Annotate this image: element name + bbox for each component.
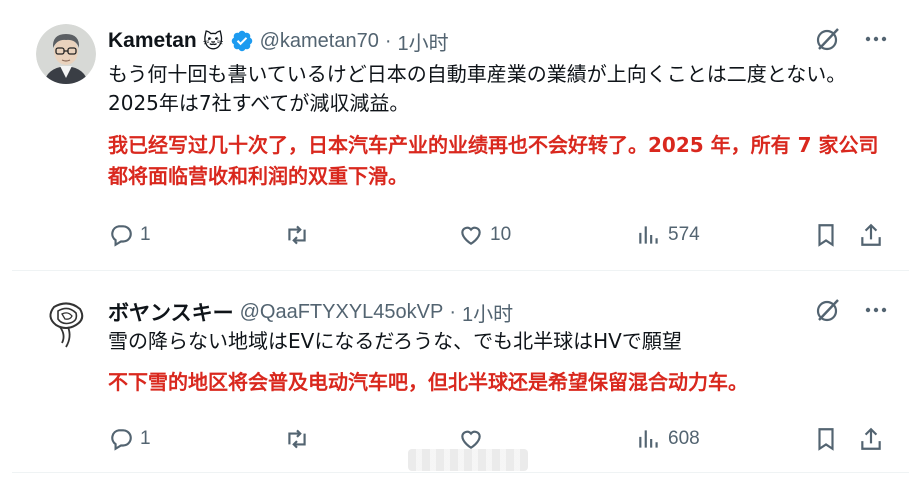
watermark-overlay [408, 449, 528, 471]
grok-icon[interactable] [815, 297, 841, 323]
bookmark-icon [818, 428, 834, 451]
tweet-time[interactable]: 1小时 [398, 27, 449, 56]
divider [12, 472, 909, 473]
share-button[interactable] [858, 426, 884, 452]
bookmark-icon [818, 224, 834, 247]
more-icon[interactable] [863, 297, 889, 323]
retweet-icon [288, 429, 306, 449]
translation-text: 不下雪的地区将会普及电动汽车吧，但北半球还是希望保留混合动力车。 [108, 370, 748, 394]
tweet-time[interactable]: 1小时 [462, 298, 513, 327]
reply-icon [111, 225, 132, 247]
separator-dot: · [384, 29, 392, 52]
views-icon [639, 226, 658, 244]
tweet-top-icons [815, 297, 889, 323]
bookmark-button[interactable] [813, 222, 839, 248]
tweet-text: 雪の降らない地域はEVになるだろうな、でも北半球はHVで願望 [108, 329, 682, 353]
share-icon [861, 427, 881, 450]
verified-badge-icon [230, 29, 254, 53]
translation-text: 我已经写过几十次了，日本汽车产业的业绩再也不会好转了。2025 年，所有 7 家… [108, 133, 879, 188]
views-button[interactable]: 608 [636, 426, 700, 452]
share-icon [861, 223, 881, 246]
reply-count: 1 [140, 428, 151, 449]
views-button[interactable]: 574 [636, 222, 700, 248]
tweet[interactable]: ボヤンスキー @QaaFTYXYL45okVP · 1小时 雪の降らない地域はE… [12, 270, 909, 472]
like-icon [461, 226, 481, 245]
views-icon [639, 430, 658, 448]
retweet-button[interactable] [284, 426, 316, 452]
retweet-button[interactable] [284, 222, 316, 248]
reply-icon [111, 429, 132, 451]
tweet[interactable]: Kametan 🐱 @kametan70 · 1小时 もう何十回も書いているけど… [12, 0, 909, 270]
avatar[interactable] [36, 293, 96, 353]
author-emoji: 🐱 [202, 29, 224, 53]
avatar[interactable] [36, 24, 96, 84]
author-name[interactable]: Kametan [108, 29, 197, 53]
bookmark-button[interactable] [813, 426, 839, 452]
views-count: 574 [668, 224, 700, 245]
more-icon[interactable] [863, 26, 889, 52]
grok-icon[interactable] [815, 26, 841, 52]
reply-count: 1 [140, 224, 151, 245]
reply-button[interactable]: 1 [108, 426, 151, 452]
author-handle[interactable]: @QaaFTYXYL45okVP [240, 301, 444, 324]
separator-dot: · [449, 300, 456, 323]
tweet-header: Kametan 🐱 @kametan70 · 1小时 [108, 26, 449, 56]
like-button[interactable]: 10 [458, 222, 511, 248]
share-button[interactable] [858, 222, 884, 248]
tweet-header: ボヤンスキー @QaaFTYXYL45okVP · 1小时 [108, 297, 513, 327]
action-bar: 1 10 574 [108, 222, 893, 252]
tweet-top-icons [815, 26, 889, 52]
views-count: 608 [668, 428, 700, 449]
author-name[interactable]: ボヤンスキー [108, 297, 234, 327]
author-handle[interactable]: @kametan70 [260, 30, 379, 53]
retweet-icon [288, 225, 306, 245]
like-count: 10 [490, 224, 512, 245]
tweet-text: もう何十回も書いているけど日本の自動車産業の業績が上向くことは二度とない。202… [108, 62, 847, 115]
reply-button[interactable]: 1 [108, 222, 151, 248]
